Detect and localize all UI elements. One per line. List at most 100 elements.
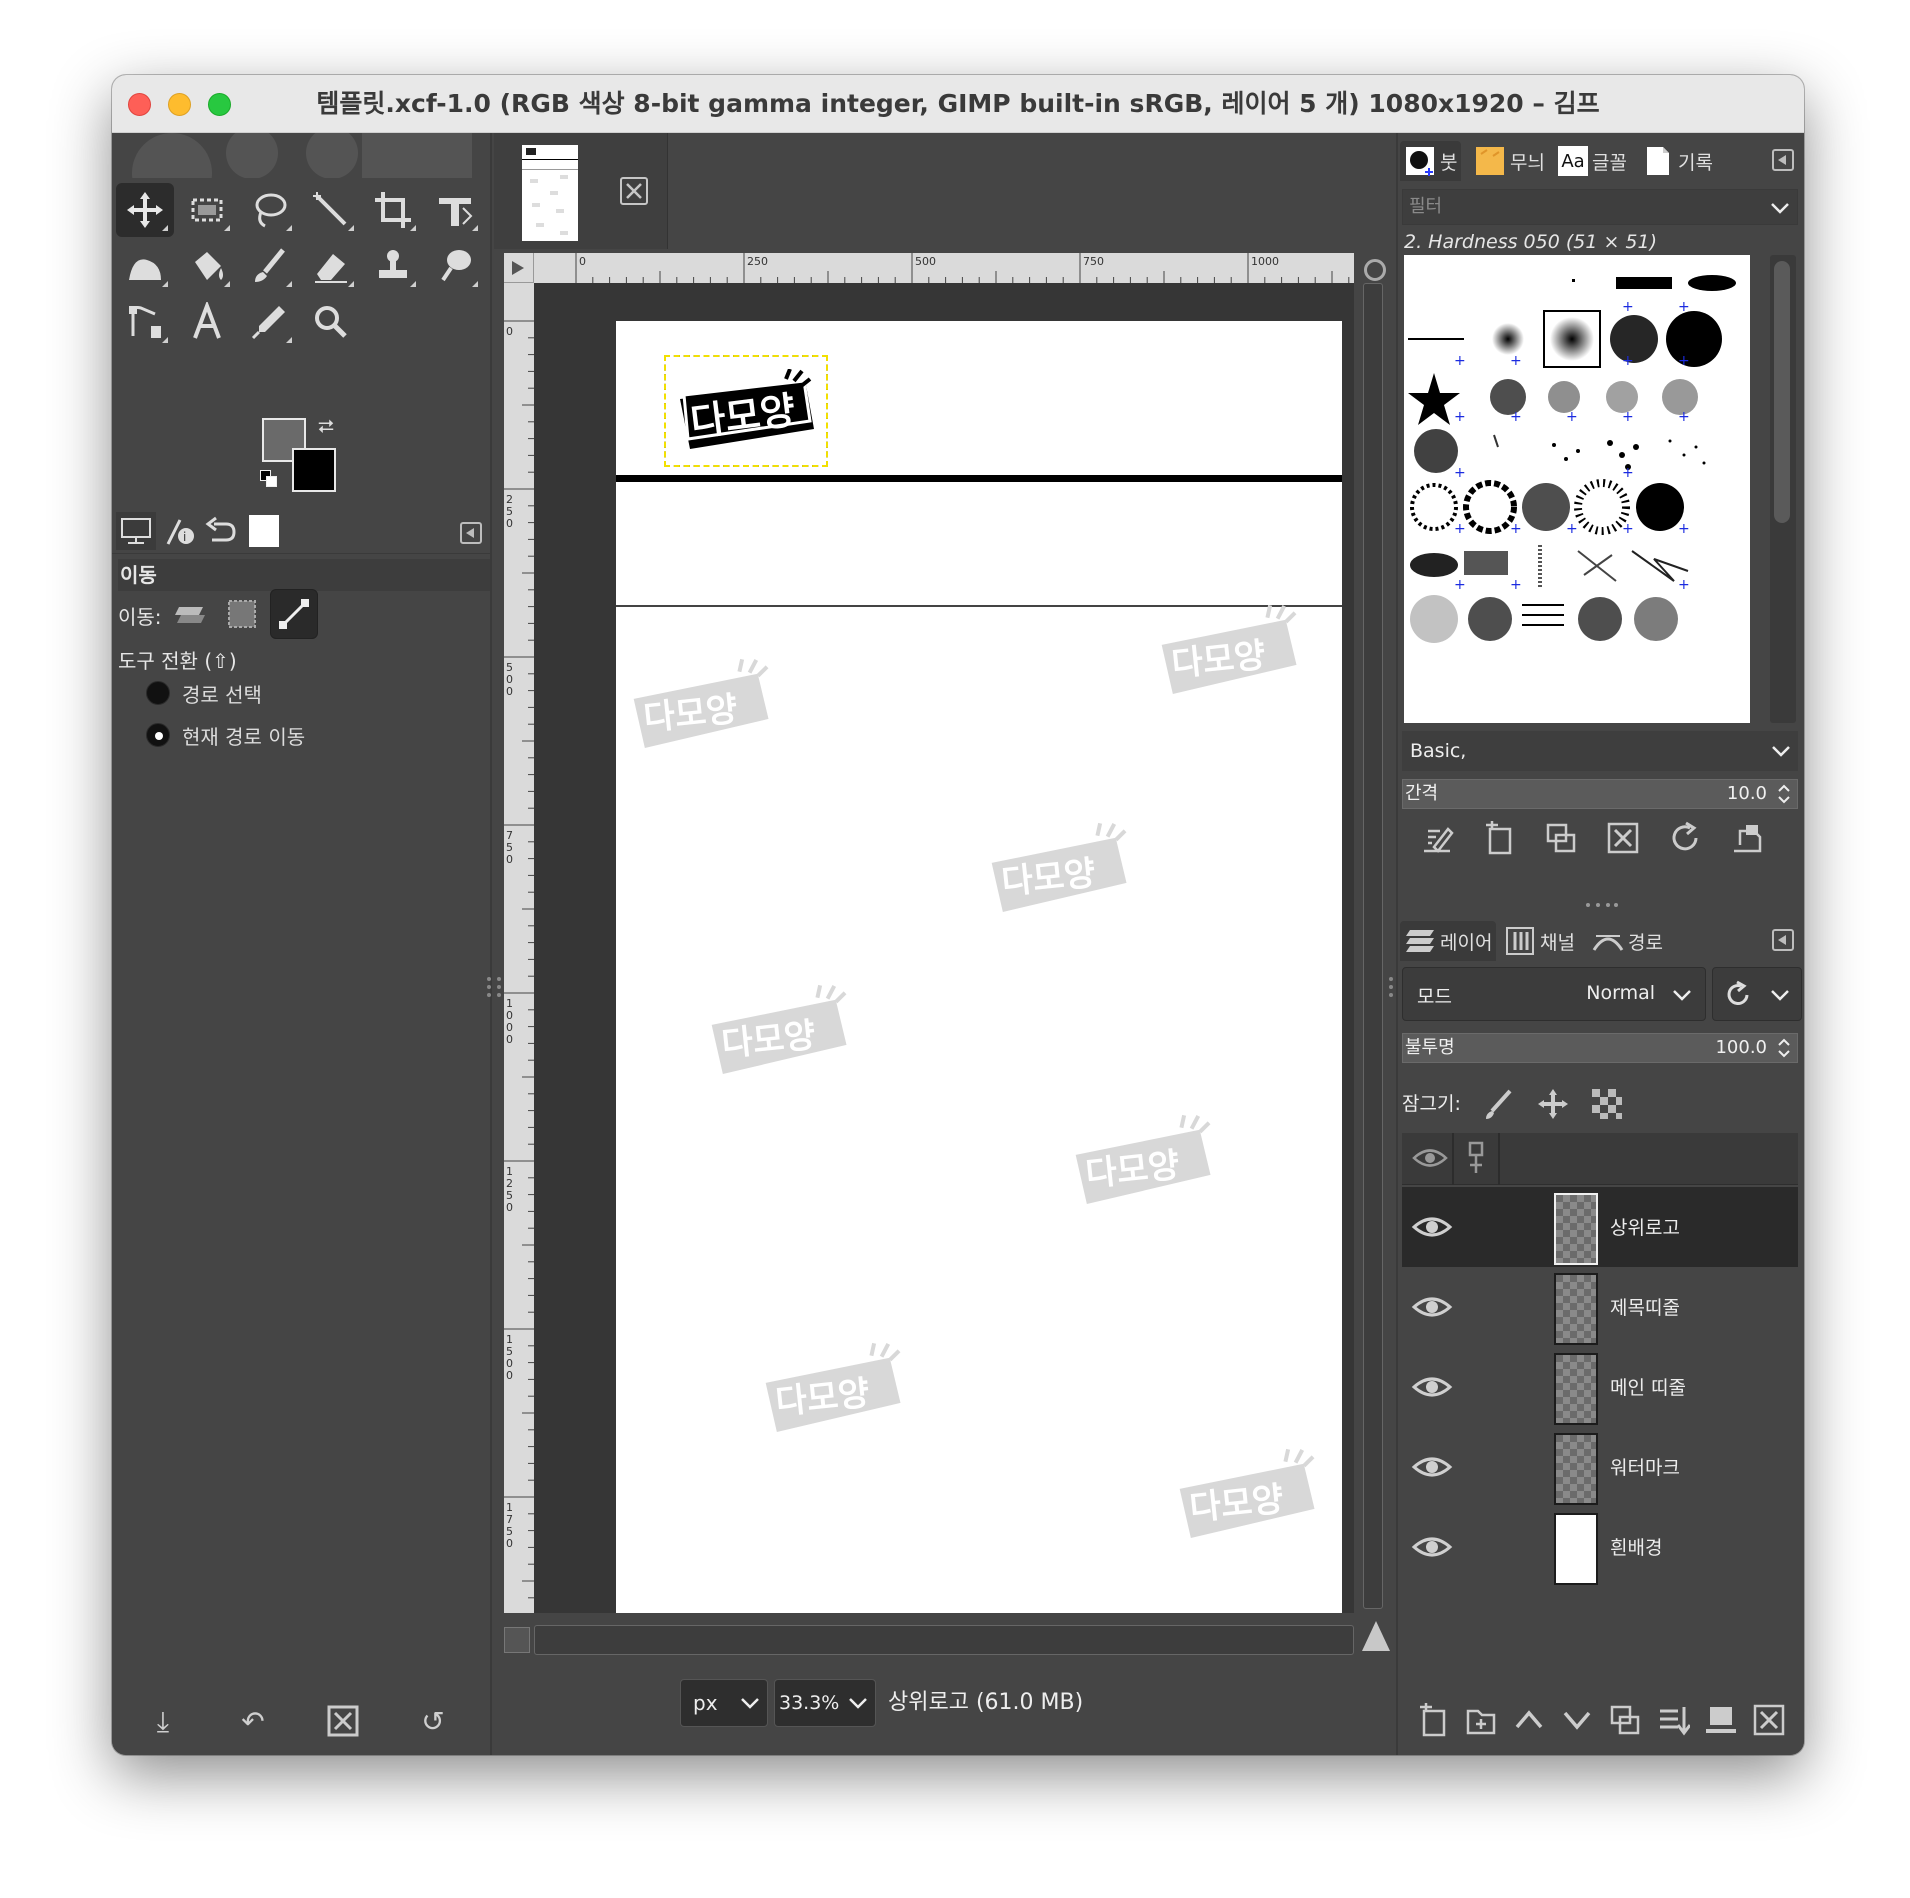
layer-mode-selector[interactable]: 모드 Normal bbox=[1402, 967, 1706, 1021]
canvas-left-grip[interactable] bbox=[496, 973, 502, 1013]
configure-tab-icon[interactable] bbox=[460, 522, 482, 544]
left-pane-grip[interactable] bbox=[486, 973, 492, 1013]
background-color-swatch[interactable] bbox=[292, 448, 336, 492]
edit-brush-button[interactable] bbox=[1418, 819, 1456, 857]
spacing-spinner[interactable]: 간격 10.0 bbox=[1402, 779, 1798, 809]
eye-icon[interactable] bbox=[1410, 1207, 1454, 1247]
text-tool-button[interactable] bbox=[178, 295, 236, 349]
layer-row[interactable]: 상위로고 bbox=[1402, 1187, 1798, 1267]
navigation-menu-button[interactable] bbox=[504, 253, 534, 283]
open-brush-as-image-button[interactable] bbox=[1728, 819, 1766, 857]
layer-row[interactable]: 워터마크 bbox=[1402, 1427, 1798, 1507]
configure-tab-icon[interactable] bbox=[1772, 929, 1794, 951]
fuzzy-select-tool-button[interactable] bbox=[302, 183, 360, 237]
image-canvas[interactable]: 다모양 다모양 다모양 다모양 다모양 다모양 다모양 다모양 bbox=[616, 321, 1342, 1613]
spinner-arrows-icon[interactable] bbox=[1775, 782, 1793, 806]
undo-history-tab[interactable] bbox=[200, 512, 240, 550]
delete-tool-preset-icon[interactable] bbox=[326, 1705, 360, 1739]
duplicate-layer-button[interactable] bbox=[1608, 1703, 1644, 1739]
device-status-tab[interactable]: i bbox=[160, 512, 200, 550]
paths-tool-button[interactable] bbox=[116, 295, 174, 349]
eye-icon[interactable] bbox=[1410, 1527, 1454, 1567]
horizontal-scrollbar[interactable] bbox=[534, 1625, 1354, 1655]
navigate-icon[interactable] bbox=[1362, 1621, 1390, 1651]
unit-selector[interactable]: px bbox=[680, 1679, 768, 1727]
eraser-tool-button[interactable] bbox=[302, 239, 360, 293]
composite-mode-selector[interactable] bbox=[1712, 967, 1802, 1021]
lock-position-icon[interactable] bbox=[1536, 1087, 1570, 1121]
delete-brush-button[interactable] bbox=[1604, 819, 1642, 857]
vertical-ruler[interactable]: 02505007501000125015001750 bbox=[504, 283, 534, 1649]
tab-layers[interactable]: 레이어 bbox=[1400, 921, 1497, 961]
lock-alpha-icon[interactable] bbox=[1590, 1087, 1624, 1121]
vertical-scroll-track[interactable] bbox=[1363, 283, 1383, 1609]
tab-fonts[interactable]: Aa 글꼴 bbox=[1554, 141, 1631, 181]
radio-move-active-path-circle[interactable] bbox=[146, 723, 170, 747]
eye-icon[interactable] bbox=[1410, 1287, 1454, 1327]
close-window-button[interactable] bbox=[128, 93, 151, 116]
swap-colors-icon[interactable]: ⮂ bbox=[318, 414, 334, 438]
layer-row[interactable]: 메인 띠줄 bbox=[1402, 1347, 1798, 1427]
bucket-fill-tool-button[interactable] bbox=[178, 239, 236, 293]
image-tab[interactable] bbox=[494, 133, 668, 249]
move-path-button[interactable] bbox=[270, 589, 318, 639]
layer-row[interactable]: 흰배경 bbox=[1402, 1507, 1798, 1587]
radio-pick-path[interactable]: 경로 선택 bbox=[146, 679, 262, 708]
tab-paths[interactable]: 경로 bbox=[1588, 921, 1667, 961]
layer-row[interactable]: 제목띠줄 bbox=[1402, 1267, 1798, 1347]
warp-tool-button[interactable] bbox=[116, 239, 174, 293]
paintbrush-tool-button[interactable] bbox=[240, 239, 298, 293]
horizontal-ruler[interactable]: 0 250 500 750 1000 bbox=[534, 253, 1383, 283]
merge-layer-button[interactable] bbox=[1656, 1703, 1692, 1739]
radio-move-active-path[interactable]: 현재 경로 이동 bbox=[146, 721, 305, 750]
tab-brushes[interactable]: 붓 bbox=[1400, 141, 1462, 181]
spinner-arrows-icon[interactable] bbox=[1775, 1036, 1793, 1060]
images-tab[interactable] bbox=[244, 512, 284, 550]
smudge-tool-button[interactable] bbox=[426, 239, 484, 293]
new-layer-button[interactable] bbox=[1416, 1703, 1452, 1739]
quick-mask-toggle[interactable] bbox=[504, 1627, 530, 1653]
configure-tab-icon[interactable] bbox=[1772, 149, 1794, 171]
minimize-window-button[interactable] bbox=[168, 93, 191, 116]
color-picker-tool-button[interactable] bbox=[240, 295, 298, 349]
crop-tool-button[interactable] bbox=[364, 183, 422, 237]
zoom-window-button[interactable] bbox=[208, 93, 231, 116]
brush-filter-input[interactable]: 필터 bbox=[1402, 189, 1798, 225]
move-selection-button[interactable] bbox=[218, 589, 266, 639]
canvas-right-grip[interactable] bbox=[1388, 973, 1394, 1013]
radio-pick-path-circle[interactable] bbox=[146, 681, 170, 705]
reset-tool-options-icon[interactable]: ↺ bbox=[416, 1705, 450, 1739]
free-select-tool-button[interactable] bbox=[240, 183, 298, 237]
rect-select-tool-button[interactable] bbox=[178, 183, 236, 237]
clone-tool-button[interactable] bbox=[364, 239, 422, 293]
brush-tag-selector[interactable]: Basic, bbox=[1402, 731, 1798, 771]
duplicate-brush-button[interactable] bbox=[1542, 819, 1580, 857]
save-tool-preset-icon[interactable]: ⤓ bbox=[146, 1705, 180, 1739]
dock-separator-grip[interactable] bbox=[1584, 901, 1620, 909]
vertical-scrollbar[interactable] bbox=[1360, 283, 1386, 1613]
transform-tool-button[interactable] bbox=[426, 183, 484, 237]
zoom-tool-button[interactable] bbox=[302, 295, 360, 349]
move-layer-button[interactable] bbox=[166, 589, 214, 639]
zoom-to-fit-icon[interactable] bbox=[1360, 255, 1386, 281]
new-layer-group-button[interactable] bbox=[1464, 1703, 1500, 1739]
new-brush-button[interactable] bbox=[1480, 819, 1518, 857]
restore-tool-preset-icon[interactable]: ↶ bbox=[236, 1705, 270, 1739]
close-image-tab-button[interactable] bbox=[620, 177, 648, 205]
raise-layer-button[interactable] bbox=[1512, 1703, 1548, 1739]
lock-pixels-icon[interactable] bbox=[1482, 1087, 1516, 1121]
tab-channels[interactable]: 채널 bbox=[1500, 921, 1579, 961]
zoom-selector[interactable]: 33.3% bbox=[774, 1679, 876, 1727]
opacity-spinner[interactable]: 불투명 100.0 bbox=[1402, 1033, 1798, 1063]
canvas-area[interactable]: 다모양 다모양 다모양 다모양 다모양 다모양 다모양 다모양 bbox=[534, 283, 1354, 1613]
lower-layer-button[interactable] bbox=[1560, 1703, 1596, 1739]
tab-document-history[interactable]: 기록 bbox=[1638, 141, 1717, 181]
tool-options-tab[interactable] bbox=[116, 512, 156, 550]
refresh-brushes-button[interactable] bbox=[1666, 819, 1704, 857]
tab-patterns[interactable]: 무늬 bbox=[1470, 141, 1549, 181]
move-tool-button[interactable] bbox=[116, 183, 174, 237]
eye-icon[interactable] bbox=[1410, 1447, 1454, 1487]
anchor-layer-button[interactable] bbox=[1704, 1703, 1740, 1739]
default-colors-icon[interactable] bbox=[260, 470, 278, 488]
brush-grid-scrollbar[interactable] bbox=[1770, 255, 1796, 723]
